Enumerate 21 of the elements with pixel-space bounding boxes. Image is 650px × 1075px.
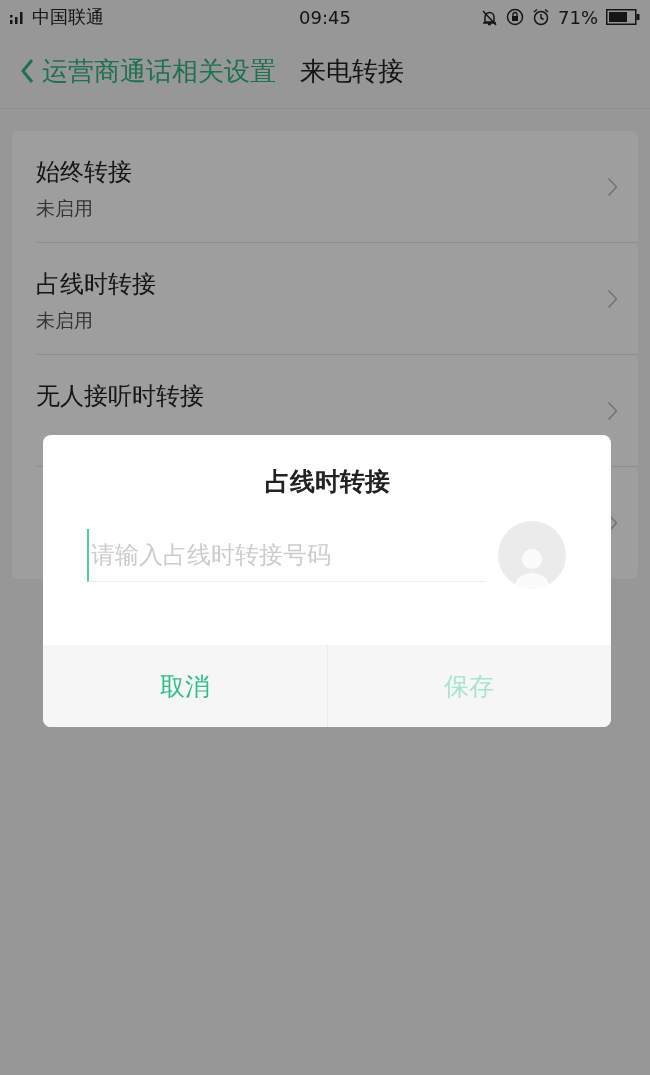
back-chevron-icon bbox=[20, 58, 34, 84]
chevron-right-icon bbox=[607, 176, 618, 197]
rotation-lock-icon bbox=[506, 8, 524, 26]
chevron-right-icon bbox=[607, 400, 618, 421]
carrier-name: 中国联通 bbox=[32, 5, 104, 29]
setting-status: 未启用 bbox=[36, 195, 94, 221]
bell-off-icon bbox=[481, 8, 498, 26]
clock-time: 09:45 bbox=[299, 6, 351, 28]
settings-row[interactable]: 始终转接 未启用 bbox=[36, 131, 638, 243]
battery-percentage: 71% bbox=[558, 6, 598, 28]
alarm-clock-icon bbox=[532, 8, 550, 26]
setting-title: 始终转接 bbox=[36, 156, 132, 188]
battery-icon bbox=[606, 9, 640, 25]
dialog-title: 占线时转接 bbox=[263, 466, 391, 498]
setting-title: 占线时转接 bbox=[36, 268, 156, 300]
settings-row[interactable]: 占线时转接 未启用 bbox=[36, 243, 638, 355]
chevron-right-icon bbox=[607, 288, 618, 309]
setting-status: 未启用 bbox=[36, 307, 94, 333]
page-title: 来电转接 bbox=[300, 54, 404, 88]
signal-icon bbox=[10, 10, 26, 24]
setting-title: 无人接听时转接 bbox=[36, 380, 204, 412]
